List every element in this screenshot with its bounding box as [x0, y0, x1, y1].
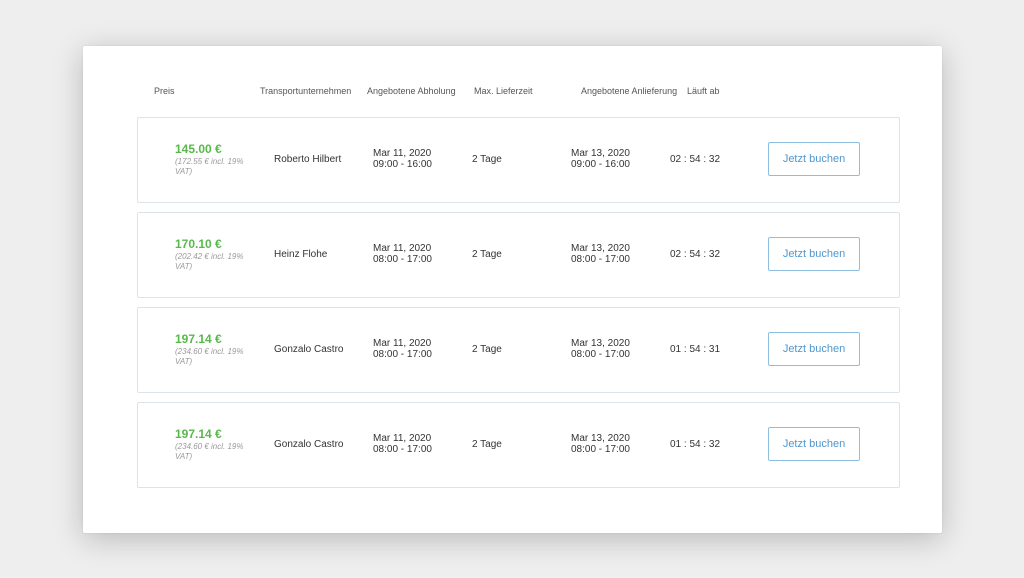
price-cell: 145.00 € (172.55 € incl. 19% VAT)	[175, 142, 265, 177]
offer-row: 197.14 € (234.60 € incl. 19% VAT) Gonzal…	[137, 402, 900, 488]
delivery-date: Mar 13, 2020	[571, 338, 630, 349]
book-now-button[interactable]: Jetzt buchen	[768, 142, 860, 176]
expires-countdown: 01 : 54 : 31	[670, 344, 721, 355]
header-delivery: Angebotene Anlieferung	[581, 86, 678, 96]
max-delivery: 2 Tage	[472, 344, 502, 355]
book-now-button[interactable]: Jetzt buchen	[768, 237, 860, 271]
delivery-cell: Mar 13, 2020 08:00 - 17:00	[571, 433, 630, 455]
max-delivery: 2 Tage	[472, 154, 502, 165]
delivery-cell: Mar 13, 2020 08:00 - 17:00	[571, 338, 630, 360]
pickup-cell: Mar 11, 2020 08:00 - 17:00	[373, 243, 432, 265]
delivery-cell: Mar 13, 2020 09:00 - 16:00	[571, 148, 630, 170]
expires-countdown: 02 : 54 : 32	[670, 249, 721, 260]
pickup-cell: Mar 11, 2020 09:00 - 16:00	[373, 148, 432, 170]
price-cell: 197.14 € (234.60 € incl. 19% VAT)	[175, 332, 265, 367]
delivery-cell: Mar 13, 2020 08:00 - 17:00	[571, 243, 630, 265]
header-max-delivery: Max. Lieferzeit	[474, 86, 533, 96]
pickup-date: Mar 11, 2020	[373, 148, 432, 159]
price-incl-vat: (172.55 € incl. 19% VAT)	[175, 157, 244, 176]
carrier-name: Gonzalo Castro	[274, 344, 344, 355]
pickup-time: 09:00 - 16:00	[373, 159, 432, 170]
pickup-cell: Mar 11, 2020 08:00 - 17:00	[373, 433, 432, 455]
delivery-time: 08:00 - 17:00	[571, 254, 630, 265]
header-price: Preis	[154, 86, 175, 96]
offer-row: 170.10 € (202.42 € incl. 19% VAT) Heinz …	[137, 212, 900, 298]
price-incl-vat: (234.60 € incl. 19% VAT)	[175, 347, 244, 366]
price-cell: 170.10 € (202.42 € incl. 19% VAT)	[175, 237, 265, 272]
price: 145.00 €	[175, 142, 222, 156]
price-incl-vat: (202.42 € incl. 19% VAT)	[175, 252, 244, 271]
offers-card: Preis Transportunternehmen Angebotene Ab…	[83, 46, 942, 533]
header-pickup: Angebotene Abholung	[367, 86, 456, 96]
delivery-time: 09:00 - 16:00	[571, 159, 630, 170]
expires-countdown: 01 : 54 : 32	[670, 439, 721, 450]
book-now-button[interactable]: Jetzt buchen	[768, 427, 860, 461]
carrier-name: Heinz Flohe	[274, 249, 328, 260]
carrier-name: Roberto Hilbert	[274, 154, 342, 165]
offer-row: 197.14 € (234.60 € incl. 19% VAT) Gonzal…	[137, 307, 900, 393]
price: 170.10 €	[175, 237, 222, 251]
price-cell: 197.14 € (234.60 € incl. 19% VAT)	[175, 427, 265, 462]
pickup-date: Mar 11, 2020	[373, 338, 432, 349]
delivery-date: Mar 13, 2020	[571, 433, 630, 444]
max-delivery: 2 Tage	[472, 439, 502, 450]
price: 197.14 €	[175, 427, 222, 441]
header-carrier: Transportunternehmen	[260, 86, 352, 96]
pickup-time: 08:00 - 17:00	[373, 444, 432, 455]
pickup-time: 08:00 - 17:00	[373, 349, 432, 360]
expires-countdown: 02 : 54 : 32	[670, 154, 721, 165]
price: 197.14 €	[175, 332, 222, 346]
header-expires: Läuft ab	[687, 86, 720, 96]
offer-row: 145.00 € (172.55 € incl. 19% VAT) Robert…	[137, 117, 900, 203]
pickup-time: 08:00 - 17:00	[373, 254, 432, 265]
delivery-date: Mar 13, 2020	[571, 148, 630, 159]
pickup-cell: Mar 11, 2020 08:00 - 17:00	[373, 338, 432, 360]
pickup-date: Mar 11, 2020	[373, 243, 432, 254]
carrier-name: Gonzalo Castro	[274, 439, 344, 450]
max-delivery: 2 Tage	[472, 249, 502, 260]
pickup-date: Mar 11, 2020	[373, 433, 432, 444]
delivery-time: 08:00 - 17:00	[571, 444, 630, 455]
delivery-date: Mar 13, 2020	[571, 243, 630, 254]
book-now-button[interactable]: Jetzt buchen	[768, 332, 860, 366]
price-incl-vat: (234.60 € incl. 19% VAT)	[175, 442, 244, 461]
delivery-time: 08:00 - 17:00	[571, 349, 630, 360]
